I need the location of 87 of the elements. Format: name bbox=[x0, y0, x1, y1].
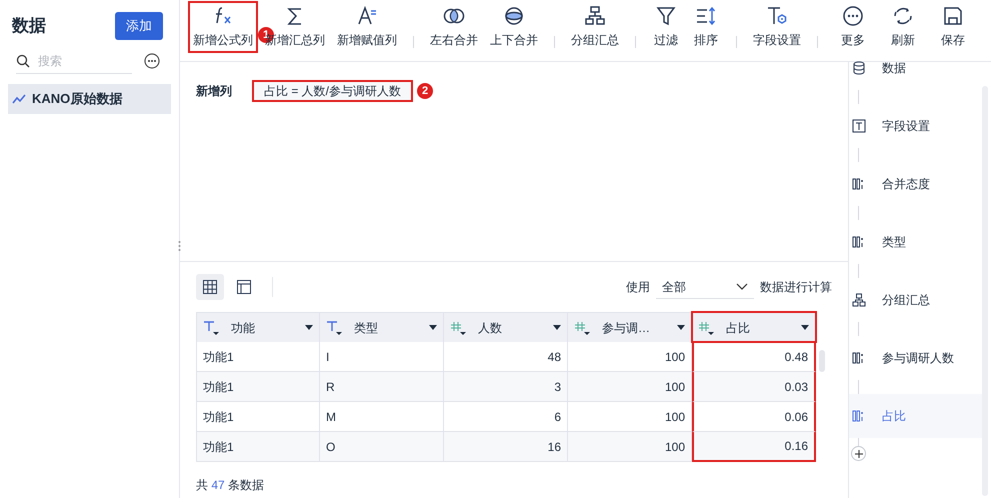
step-item[interactable]: 类型 bbox=[849, 220, 982, 264]
scope-select[interactable]: 全部 bbox=[656, 275, 754, 299]
scope-label: 使用 bbox=[626, 279, 650, 296]
table-cell: 3 bbox=[444, 372, 568, 402]
row-count-text: 共 47 条数据 bbox=[195, 477, 266, 494]
sort-icon bbox=[695, 5, 717, 27]
toolbar-button[interactable]: 新增赋值列 bbox=[332, 1, 402, 53]
more-icon[interactable] bbox=[144, 53, 160, 69]
table-cell: 功能1 bbox=[196, 342, 320, 372]
add-step-button[interactable] bbox=[851, 446, 866, 461]
grid-view-button[interactable] bbox=[196, 274, 224, 300]
table-cell: 0.16 bbox=[692, 432, 816, 462]
column-header[interactable]: 人数 bbox=[444, 312, 568, 342]
step-item[interactable]: 合并态度 bbox=[849, 162, 982, 206]
number-badge: 2 bbox=[417, 83, 434, 99]
columns-icon bbox=[852, 351, 866, 365]
table-cell: 48 bbox=[444, 342, 568, 372]
toolbar-button[interactable]: 过滤 bbox=[647, 1, 685, 53]
toolbar-button[interactable]: 新增公式列 bbox=[188, 1, 258, 53]
columns-icon bbox=[852, 177, 866, 191]
columns-icon bbox=[852, 235, 866, 249]
table-cell: 100 bbox=[568, 432, 692, 462]
dropdown-caret-icon[interactable] bbox=[429, 325, 437, 330]
number-type-icon bbox=[698, 320, 716, 336]
table-cell: O bbox=[320, 432, 444, 462]
dropdown-caret-icon[interactable] bbox=[677, 325, 685, 330]
filter-icon bbox=[655, 5, 677, 27]
number-type-icon bbox=[450, 320, 468, 336]
search-field[interactable]: 搜索 bbox=[38, 48, 124, 72]
column-header[interactable]: 类型 bbox=[320, 312, 444, 342]
formula-field[interactable]: 占比 = 人数/参与调研人数 bbox=[252, 80, 414, 102]
stacked-ellipse-icon bbox=[503, 5, 525, 27]
database-icon bbox=[852, 61, 866, 75]
step-item[interactable]: 分组汇总 bbox=[849, 278, 982, 322]
table-cell: M bbox=[320, 402, 444, 432]
number-type-icon bbox=[574, 320, 592, 336]
column-header[interactable]: 参与调… bbox=[568, 312, 692, 342]
columns-icon bbox=[852, 409, 866, 423]
chevron-down-icon bbox=[736, 282, 748, 290]
table-cell: 100 bbox=[568, 372, 692, 402]
layout-icon bbox=[236, 279, 252, 295]
step-item[interactable]: 参与调研人数 bbox=[849, 336, 982, 380]
text-type-icon bbox=[326, 320, 344, 336]
refresh-icon bbox=[892, 5, 914, 27]
table-cell: 功能1 bbox=[196, 402, 320, 432]
text-type-icon bbox=[203, 320, 221, 336]
text-box-icon bbox=[852, 119, 866, 133]
sidebar-title: 数据 bbox=[12, 15, 46, 38]
table-cell: I bbox=[320, 342, 444, 372]
new-column-label: 新增列 bbox=[196, 83, 232, 100]
table-cell: 100 bbox=[568, 402, 692, 432]
scrollbar[interactable] bbox=[819, 350, 825, 372]
data-list-item[interactable]: KANO原始数据 bbox=[8, 84, 171, 114]
toolbar-button[interactable]: 分组汇总 bbox=[566, 1, 624, 53]
line-chart-icon bbox=[12, 93, 26, 105]
grid-icon bbox=[202, 279, 218, 295]
scope-suffix: 数据进行计算 bbox=[760, 279, 832, 296]
letter-a-icon bbox=[356, 5, 378, 27]
step-item[interactable]: 字段设置 bbox=[849, 104, 982, 148]
step-item[interactable]: 占比 bbox=[849, 394, 982, 438]
column-header[interactable]: 占比 bbox=[692, 312, 816, 342]
table-cell: 功能1 bbox=[196, 372, 320, 402]
add-button[interactable]: 添加 bbox=[115, 12, 163, 40]
drag-handle-icon[interactable] bbox=[178, 240, 181, 252]
toolbar-button[interactable]: 上下合并 bbox=[485, 1, 543, 53]
save-icon bbox=[942, 5, 964, 27]
dropdown-caret-icon[interactable] bbox=[553, 325, 561, 330]
column-header[interactable]: 功能 bbox=[196, 312, 320, 342]
table-cell: 6 bbox=[444, 402, 568, 432]
search-icon bbox=[16, 54, 30, 68]
plus-icon bbox=[854, 450, 862, 458]
toolbar-button[interactable]: 排序 bbox=[687, 1, 725, 53]
toolbar-button[interactable]: 字段设置 bbox=[748, 1, 806, 53]
table-cell: 0.03 bbox=[692, 372, 816, 402]
text-gear-icon bbox=[766, 5, 788, 27]
dropdown-caret-icon[interactable] bbox=[801, 325, 809, 330]
table-cell: 0.06 bbox=[692, 402, 816, 432]
table-cell: 0.48 bbox=[692, 342, 816, 372]
more-icon bbox=[842, 5, 864, 27]
table-cell: 功能1 bbox=[196, 432, 320, 462]
hierarchy-icon bbox=[852, 293, 866, 307]
table-cell: 16 bbox=[444, 432, 568, 462]
toolbar-button[interactable]: 左右合并 bbox=[425, 1, 483, 53]
table-cell: R bbox=[320, 372, 444, 402]
hierarchy-icon bbox=[584, 5, 606, 27]
table-cell: 100 bbox=[568, 342, 692, 372]
dropdown-caret-icon[interactable] bbox=[305, 325, 313, 330]
